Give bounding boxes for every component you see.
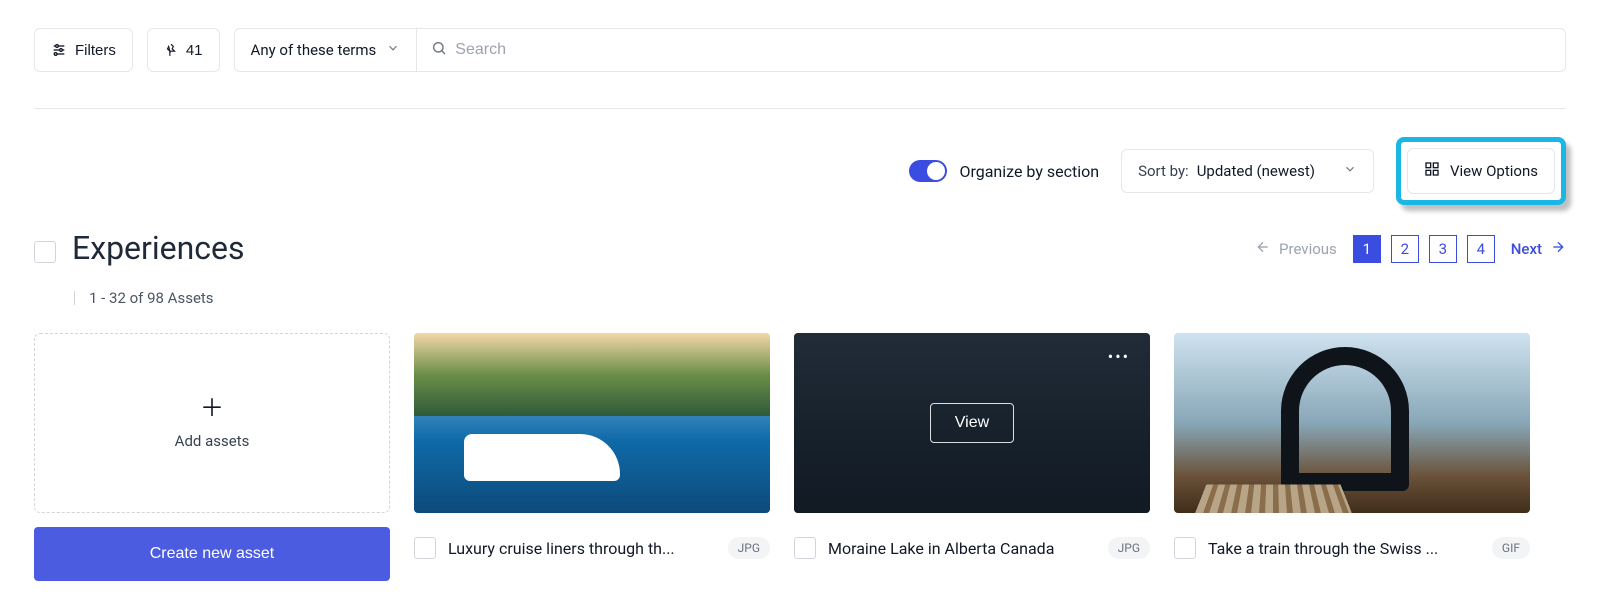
asset-select-checkbox[interactable] (1174, 537, 1196, 559)
asset-thumbnail[interactable]: View ••• (794, 333, 1150, 513)
search-input[interactable] (447, 29, 1551, 71)
view-asset-button[interactable]: View (930, 403, 1014, 443)
organize-label: Organize by section (959, 162, 1099, 181)
filetype-badge: JPG (1108, 537, 1150, 559)
asset-card: View ••• Moraine Lake in Alberta Canada … (794, 333, 1150, 559)
asset-caption: Luxury cruise liners through th... JPG (414, 537, 770, 559)
asset-title: Luxury cruise liners through th... (448, 539, 716, 558)
asset-card: Luxury cruise liners through th... JPG (414, 333, 770, 559)
section-range-text: 1 - 32 of 98 Assets (89, 289, 214, 307)
thumbnail-illustration (1195, 484, 1352, 513)
cards-row: ＋ Add assets Create new asset Luxury cru… (34, 333, 1566, 581)
asset-title: Moraine Lake in Alberta Canada (828, 539, 1096, 558)
sort-value: Updated (newest) (1197, 162, 1315, 180)
pin-icon (164, 43, 178, 57)
hover-overlay: View (794, 333, 1150, 513)
thumbnail-illustration (464, 434, 621, 481)
terms-label: Any of these terms (251, 41, 377, 59)
pager-previous-label: Previous (1279, 240, 1337, 258)
asset-card: Take a train through the Swiss ... GIF (1174, 333, 1530, 559)
add-asset-card: ＋ Add assets Create new asset (34, 333, 390, 581)
sort-select[interactable]: Sort by: Updated (newest) (1121, 149, 1374, 193)
add-assets-label: Add assets (175, 432, 250, 450)
pager-previous[interactable]: Previous (1255, 239, 1337, 259)
more-options-icon[interactable]: ••• (1108, 347, 1130, 366)
plus-icon: ＋ (200, 396, 224, 420)
section-select-all-checkbox[interactable] (34, 241, 56, 263)
sort-label: Sort by: (1138, 162, 1189, 180)
pinned-count-button[interactable]: 41 (147, 28, 220, 72)
controls-row: Organize by section Sort by: Updated (ne… (34, 137, 1566, 205)
filetype-badge: JPG (728, 537, 770, 559)
view-options-highlight: View Options (1396, 137, 1566, 205)
search-icon (431, 40, 447, 60)
pager-next-label: Next (1511, 240, 1542, 258)
page-number[interactable]: 2 (1391, 235, 1419, 263)
view-options-label: View Options (1450, 162, 1538, 180)
section-title: Experiences (72, 229, 245, 267)
view-options-button[interactable]: View Options (1407, 148, 1555, 194)
sliders-icon (51, 42, 67, 58)
filetype-badge: GIF (1492, 537, 1530, 559)
toggle-switch[interactable] (909, 160, 947, 182)
chevron-down-icon (386, 41, 400, 59)
page-number[interactable]: 1 (1353, 235, 1381, 263)
add-assets-dropzone[interactable]: ＋ Add assets (34, 333, 390, 513)
arrow-right-icon (1550, 239, 1566, 259)
page-number[interactable]: 3 (1429, 235, 1457, 263)
asset-select-checkbox[interactable] (414, 537, 436, 559)
create-new-asset-button[interactable]: Create new asset (34, 527, 390, 581)
filters-label: Filters (75, 42, 116, 59)
pagination: Previous 1 2 3 4 Next (1255, 235, 1566, 263)
pager-next[interactable]: Next (1511, 239, 1566, 259)
thumbnail-illustration (1281, 347, 1409, 491)
asset-title: Take a train through the Swiss ... (1208, 539, 1480, 558)
divider (34, 108, 1566, 109)
asset-thumbnail[interactable] (414, 333, 770, 513)
asset-caption: Take a train through the Swiss ... GIF (1174, 537, 1530, 559)
pin-count: 41 (186, 42, 203, 59)
asset-caption: Moraine Lake in Alberta Canada JPG (794, 537, 1150, 559)
search-field-wrapper (417, 28, 1566, 72)
page-numbers: 1 2 3 4 (1353, 235, 1495, 263)
asset-select-checkbox[interactable] (794, 537, 816, 559)
terms-select[interactable]: Any of these terms (234, 28, 418, 72)
top-toolbar: Filters 41 Any of these terms (34, 28, 1566, 72)
filters-button[interactable]: Filters (34, 28, 133, 72)
page-number[interactable]: 4 (1467, 235, 1495, 263)
organize-by-section-toggle[interactable]: Organize by section (909, 160, 1099, 182)
asset-thumbnail[interactable] (1174, 333, 1530, 513)
arrow-left-icon (1255, 239, 1271, 259)
chevron-down-icon (1343, 162, 1357, 180)
section-range: 1 - 32 of 98 Assets (74, 289, 245, 307)
section-header: Experiences 1 - 32 of 98 Assets Previous… (34, 229, 1566, 307)
grid-icon (1424, 161, 1440, 181)
